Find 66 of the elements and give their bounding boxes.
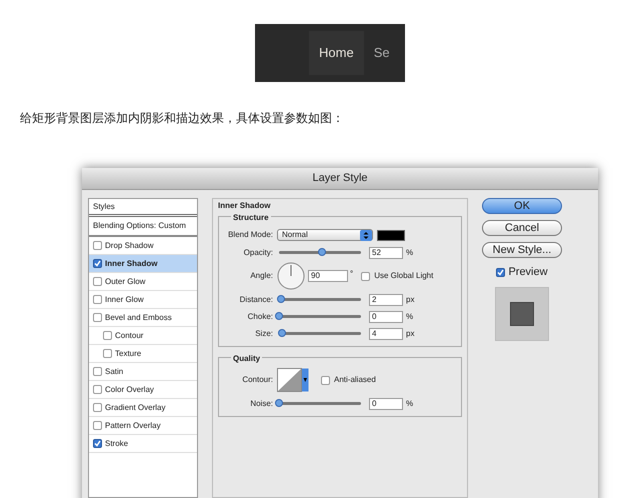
unit-label: px: [406, 328, 414, 340]
checkbox[interactable]: [93, 313, 102, 322]
unit-label: °: [350, 268, 354, 280]
number-field[interactable]: 2: [369, 294, 403, 306]
dialog-button[interactable]: OK: [482, 198, 562, 214]
window-title: Layer Style: [312, 171, 368, 186]
group-title: Quality: [231, 353, 262, 365]
checkbox[interactable]: [93, 403, 102, 412]
slider-track[interactable]: [279, 298, 361, 301]
angle-dial-icon[interactable]: [277, 262, 305, 290]
field-label: Size:: [254, 328, 274, 340]
updown-arrows-icon: [360, 230, 372, 240]
unit-label: %: [406, 398, 414, 410]
field-label: Distance:: [238, 294, 274, 306]
field-label: Noise:: [249, 398, 274, 410]
slider-thumb[interactable]: [318, 248, 326, 256]
checkbox[interactable]: [93, 421, 102, 430]
contour-picker-icon[interactable]: [277, 368, 309, 392]
checkbox[interactable]: [103, 349, 112, 358]
dialog-button[interactable]: New Style...: [482, 242, 562, 258]
checkbox[interactable]: [103, 331, 112, 340]
checkbox[interactable]: [321, 376, 330, 384]
slider-track[interactable]: [279, 251, 361, 254]
nav-link[interactable]: Se: [364, 31, 400, 75]
slider-thumb[interactable]: [278, 329, 286, 337]
style-list-item[interactable]: Inner Shadow: [89, 255, 197, 273]
field-label: Contour:: [241, 374, 274, 386]
checkbox[interactable]: [93, 439, 102, 448]
checkbox[interactable]: [93, 241, 102, 250]
checkmark-icon: [94, 440, 101, 447]
checkbox-label: Preview: [508, 265, 548, 280]
checkbox-label: Use Global Light: [374, 270, 434, 282]
number-field[interactable]: 0: [369, 310, 403, 322]
checkbox[interactable]: [496, 268, 506, 277]
checkbox[interactable]: [361, 272, 370, 280]
slider-track[interactable]: [279, 332, 361, 335]
number-field[interactable]: 52: [369, 246, 403, 258]
nav-link[interactable]: Home: [309, 31, 364, 75]
field-label: Angle:: [249, 270, 274, 282]
preview-square: [510, 302, 534, 326]
slider-thumb[interactable]: [275, 399, 283, 407]
field-label: Choke:: [246, 310, 274, 322]
number-field[interactable]: 4: [369, 328, 403, 340]
unit-label: px: [406, 294, 414, 306]
number-field[interactable]: 0: [369, 398, 403, 410]
checkbox[interactable]: [93, 277, 102, 286]
unit-label: %: [406, 310, 414, 322]
section-title: Inner Shadow: [218, 200, 272, 212]
checkbox-label: Anti-aliased: [334, 374, 376, 386]
checkmark-icon: [94, 260, 101, 267]
checkbox[interactable]: [93, 385, 102, 394]
list-header: Styles: [89, 199, 197, 217]
blend-mode-dropdown[interactable]: Normal: [277, 229, 373, 241]
slider-thumb[interactable]: [276, 295, 285, 303]
dialog-button[interactable]: Cancel: [482, 220, 562, 236]
field-label: Opacity:: [242, 246, 274, 258]
slider-thumb[interactable]: [275, 312, 283, 320]
field-label: Blend Mode:: [227, 229, 274, 241]
number-field[interactable]: 90: [308, 270, 348, 282]
checkmark-icon: [497, 268, 504, 276]
checkbox[interactable]: [93, 259, 102, 268]
unit-label: %: [406, 246, 414, 258]
paragraph: 给矩形背景图层添加内阴影和描边效果，具体设置参数如图：: [20, 110, 345, 126]
color-swatch[interactable]: [377, 230, 405, 240]
checkbox[interactable]: [93, 295, 102, 304]
checkbox[interactable]: [93, 367, 102, 376]
